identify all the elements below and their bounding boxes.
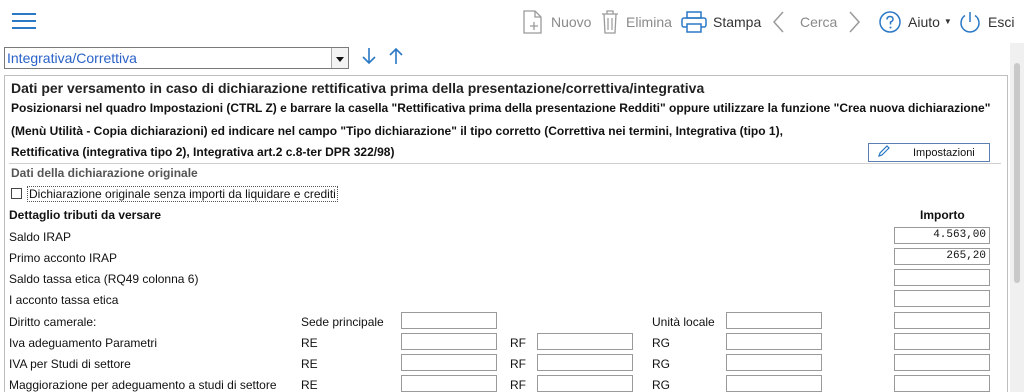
tipo-dichiarazione-select[interactable]: Integrativa/Correttiva [4,47,349,69]
originale-checkbox[interactable] [11,188,22,199]
sede-principale-label: Sede principale [301,315,384,329]
iva-studi-label: IVA per Studi di settore [9,357,131,371]
power-icon [958,10,982,34]
iva-parametri-rg-input[interactable] [726,333,822,350]
menu-icon[interactable] [12,11,36,31]
diritto-camerale-label: Diritto camerale: [9,315,97,329]
instructions-line-1: Posizionarsi nel quadro Impostazioni (CT… [11,101,991,115]
move-up-button[interactable] [385,46,407,70]
saldo-irap-importo-input[interactable]: 4.563,00 [894,227,990,244]
iva-studi-importo-input[interactable] [894,354,990,371]
maggiorazione-importo-input[interactable] [894,375,990,392]
acconto-tassa-etica-label: I acconto tassa etica [9,293,119,307]
cerca-label: Cerca [800,13,838,30]
iva-parametri-importo-input[interactable] [894,333,990,350]
acconto-tassa-etica-importo-input[interactable] [894,290,990,307]
chevron-right-icon [847,10,861,34]
iva-studi-rg-label: RG [652,357,670,371]
form-panel: Dati per versamento in caso di dichiaraz… [4,75,1008,392]
diritto-camerale-importo-input[interactable] [894,312,990,329]
divider [9,163,1001,164]
maggiorazione-rg-input[interactable] [726,375,822,392]
elimina-label: Elimina [626,13,672,30]
iva-parametri-re-input[interactable] [401,333,497,350]
saldo-tassa-etica-importo-input[interactable] [894,269,990,286]
primo-acconto-irap-importo-input[interactable]: 265,20 [894,248,990,265]
scrollbar-thumb[interactable] [1014,63,1020,283]
instructions-line-3: Rettificativa (integrativa tipo 2), Inte… [11,145,395,159]
section-title: Dati per versamento in caso di dichiaraz… [11,80,705,96]
elimina-button[interactable]: Elimina [600,0,672,43]
toolbar: Nuovo Elimina Stampa Cerca Aiuto ▼ Esci [0,0,1024,44]
iva-parametri-label: Iva adeguamento Parametri [9,336,158,350]
trash-icon [600,9,620,35]
stampa-label: Stampa [713,13,762,30]
iva-studi-rf-input[interactable] [537,354,633,371]
iva-parametri-re-label: RE [301,336,318,350]
saldo-irap-label: Saldo IRAP [9,230,72,244]
originale-checkbox-label[interactable]: Dichiarazione originale senza importi da… [27,186,338,202]
new-document-icon [521,9,545,35]
stampa-button[interactable]: Stampa [681,0,761,43]
maggiorazione-rf-label: RF [510,378,526,392]
esci-label: Esci [988,13,1015,30]
help-icon [878,10,902,34]
primo-acconto-irap-label: Primo acconto IRAP [9,251,118,265]
impostazioni-button[interactable]: Impostazioni [868,143,990,162]
saldo-tassa-etica-label: Saldo tassa etica (RQ49 colonna 6) [9,272,199,286]
esci-button[interactable]: Esci [958,0,1014,43]
maggiorazione-rf-input[interactable] [537,375,633,392]
iva-studi-re-label: RE [301,357,318,371]
pencil-icon [877,144,891,161]
dettaglio-heading: Dettaglio tributi da versare [9,208,162,222]
aiuto-label: Aiuto [908,13,940,30]
iva-parametri-rf-input[interactable] [537,333,633,350]
nuovo-label: Nuovo [551,13,592,30]
chevron-left-icon [772,10,786,34]
caret-down-icon: ▼ [943,17,952,26]
importo-header: Importo [920,208,965,222]
select-dropdown-button[interactable] [331,48,348,68]
iva-parametri-rf-label: RF [510,336,526,350]
instructions-line-2: (Menù Utilità - Copia dichiarazioni) ed … [11,124,783,138]
sede-principale-input[interactable] [401,312,497,329]
unita-locale-label: Unità locale [652,315,715,329]
cerca-next-button[interactable] [847,0,861,43]
select-value: Integrativa/Correttiva [7,50,137,66]
iva-parametri-rg-label: RG [652,336,670,350]
maggiorazione-re-label: RE [301,378,318,392]
printer-icon [681,10,707,33]
maggiorazione-re-input[interactable] [401,375,497,392]
vertical-scrollbar[interactable] [1010,43,1024,392]
iva-studi-rg-input[interactable] [726,354,822,371]
arrow-down-icon [361,47,377,70]
move-down-button[interactable] [358,46,380,70]
dropdown-arrow-icon [336,49,344,67]
maggiorazione-rg-label: RG [652,378,670,392]
cerca-prev-button[interactable] [772,0,786,43]
arrow-up-icon [388,47,404,70]
iva-studi-rf-label: RF [510,357,526,371]
nuovo-button[interactable]: Nuovo [521,0,591,43]
cerca-label-wrap: Cerca [800,0,837,43]
aiuto-button[interactable]: Aiuto ▼ [878,0,952,43]
impostazioni-label: Impostazioni [913,146,975,159]
originale-heading: Dati della dichiarazione originale [11,166,198,180]
selector-row: Integrativa/Correttiva [0,43,1024,75]
maggiorazione-label: Maggiorazione per adeguamento a studi di… [9,378,277,392]
unita-locale-input[interactable] [726,312,822,329]
iva-studi-re-input[interactable] [401,354,497,371]
